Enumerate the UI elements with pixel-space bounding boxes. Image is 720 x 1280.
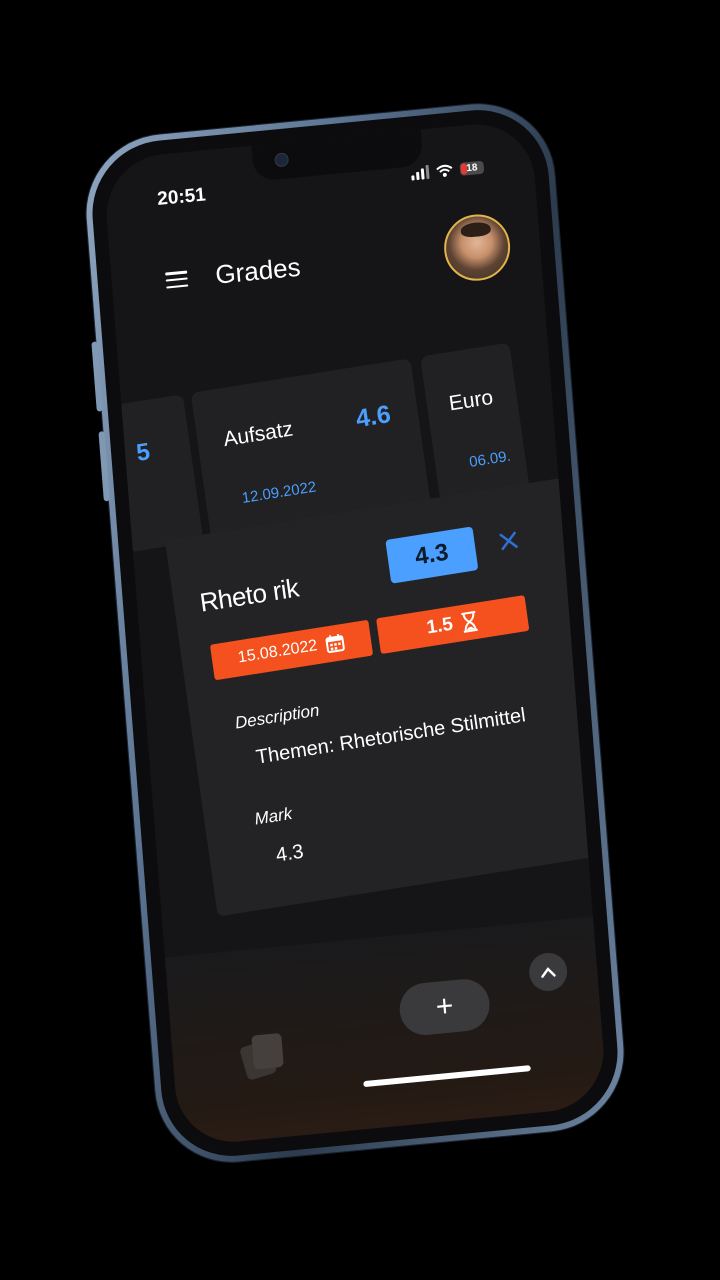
add-button[interactable]: + <box>397 976 492 1038</box>
home-indicator[interactable] <box>363 1065 531 1088</box>
stage: 20:51 18 Grades 5 Aufsatz 4.6 12.09.2022… <box>0 0 720 1280</box>
date-chip-label: 15.08.2022 <box>236 637 319 667</box>
grade-card-partial-left[interactable]: 5 <box>107 394 204 553</box>
subject-title: Rheto rik <box>197 572 301 618</box>
phone-frame: 20:51 18 Grades 5 Aufsatz 4.6 12.09.2022… <box>80 97 630 1169</box>
hourglass-icon <box>461 610 479 633</box>
volume-up-button <box>91 341 103 412</box>
grade-card-value: 5 <box>134 438 152 467</box>
chevron-up-icon <box>541 967 556 978</box>
grade-card-title: Euro <box>447 385 495 416</box>
grade-card-value: 4.6 <box>354 400 393 434</box>
volume-down-button <box>98 431 110 502</box>
calendar-icon <box>325 633 345 654</box>
bottom-bar: + <box>164 916 608 1148</box>
grade-detail-card: Rheto rik 4.3 15.08.2022 1.5 Description… <box>164 476 608 917</box>
grade-card-date: 06.09. <box>468 447 512 471</box>
scroll-up-button[interactable] <box>527 951 569 993</box>
mark-badge: 4.3 <box>385 526 479 584</box>
stack-icon[interactable] <box>239 1032 288 1081</box>
mark-value: 4.3 <box>274 840 306 867</box>
close-button[interactable] <box>493 525 525 557</box>
description-label: Description <box>233 700 321 733</box>
mark-label: Mark <box>253 803 294 829</box>
date-chip[interactable]: 15.08.2022 <box>209 619 374 681</box>
close-icon <box>499 531 518 551</box>
phone-bezel: 20:51 18 Grades 5 Aufsatz 4.6 12.09.2022… <box>87 103 623 1163</box>
screen: 20:51 18 Grades 5 Aufsatz 4.6 12.09.2022… <box>102 118 608 1148</box>
grade-card-partial-right[interactable]: Euro 06.09. <box>420 342 530 504</box>
weight-chip[interactable]: 1.5 <box>376 595 530 655</box>
grade-card-date: 12.09.2022 <box>240 478 318 508</box>
grade-card-title: Aufsatz <box>221 417 295 452</box>
weight-chip-label: 1.5 <box>425 613 455 639</box>
